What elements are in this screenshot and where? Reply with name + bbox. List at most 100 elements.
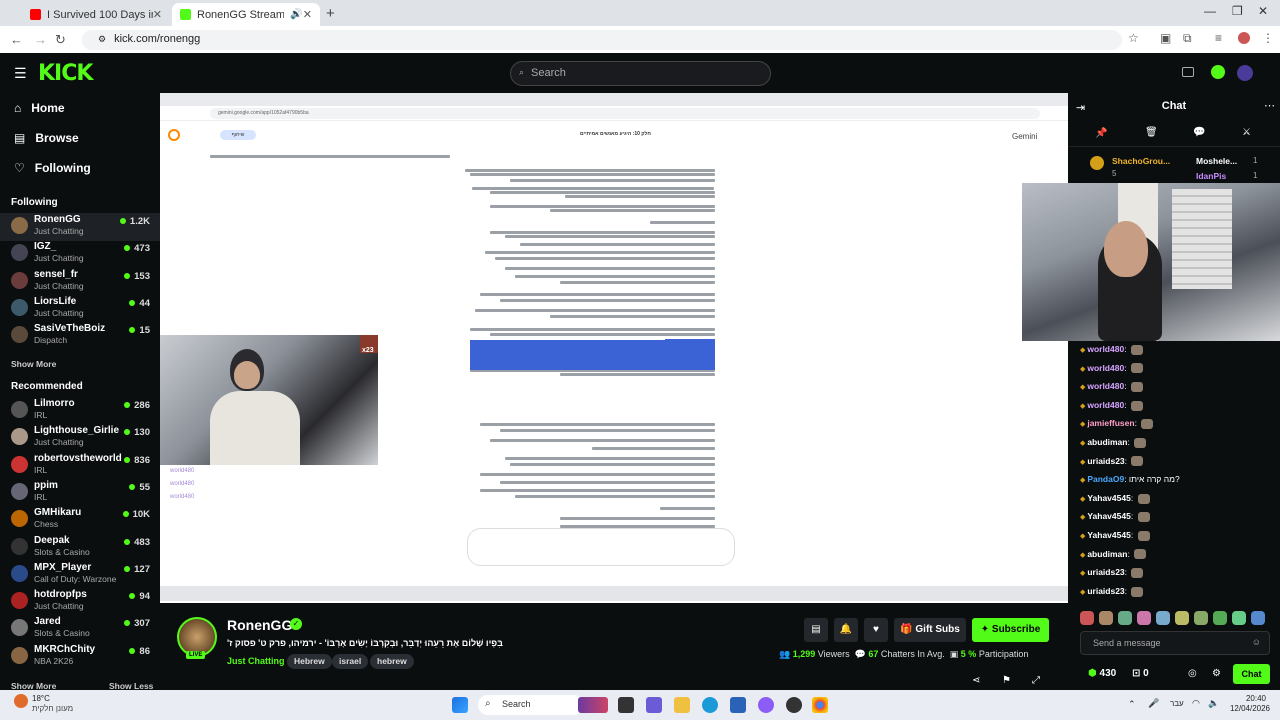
chat-username[interactable]: abudiman (1087, 549, 1127, 559)
app-icon-2[interactable] (786, 697, 802, 713)
wifi-icon[interactable]: ◠ (1192, 698, 1200, 709)
points-display[interactable]: ⬢ 430 (1088, 668, 1116, 679)
windows-start-icon[interactable] (452, 697, 468, 713)
tag-hebrew[interactable]: Hebrew (287, 654, 332, 669)
quick-emote-icon[interactable] (1175, 611, 1189, 625)
clip-icon[interactable]: ▤ (804, 618, 828, 642)
sidebar-channel-robertovstheworld[interactable]: robertovstheworld IRL 836 (0, 452, 160, 480)
chat-bubble-icon[interactable]: 💬 (1193, 127, 1205, 138)
speaker-icon[interactable]: 🔊 (290, 9, 302, 20)
quick-emote-icon[interactable] (1194, 611, 1208, 625)
quick-emote-icon[interactable] (1213, 611, 1227, 625)
theater-icon[interactable]: ⤢ (1032, 675, 1040, 686)
taskbar-search[interactable]: ⌕ Search (478, 695, 584, 715)
subscribe-button[interactable]: ✦ Subscribe (972, 618, 1049, 642)
chat-menu-icon[interactable]: ⋯ (1264, 99, 1275, 112)
chat-username[interactable]: world480 (1087, 344, 1124, 354)
quick-emote-icon[interactable] (1118, 611, 1132, 625)
gift-subs-button[interactable]: 🎁 Gift Subs (894, 618, 966, 642)
video-player[interactable]: gemini.google.com/app/1052af4790b5ba שית… (160, 93, 1068, 603)
hamburger-menu-icon[interactable]: ☰ (14, 65, 27, 82)
extensions-puzzle-icon[interactable]: ⧉ (1183, 32, 1195, 44)
reload-icon[interactable]: ↻ (55, 32, 66, 48)
trash-icon[interactable]: 🗑 (1145, 127, 1158, 138)
chat-username[interactable]: jamieffusen (1087, 418, 1134, 428)
sidebar-channel-sensel_fr[interactable]: sensel_fr Just Chatting 153 (0, 268, 160, 296)
back-icon[interactable]: ← (10, 32, 23, 47)
sidebar-channel-igz_[interactable]: IGZ_ Just Chatting 473 (0, 240, 160, 268)
chat-username[interactable]: world480 (1087, 381, 1124, 391)
stream-category[interactable]: Just Chatting (227, 656, 285, 666)
chat-username[interactable]: uriaids23 (1087, 586, 1124, 596)
search-input[interactable]: ⌕ Search (510, 61, 771, 86)
media-icon[interactable]: ≡ (1215, 32, 1227, 44)
weather-icon[interactable] (14, 694, 28, 708)
chat-username[interactable]: uriaids23 (1087, 456, 1124, 466)
forward-icon[interactable]: → (34, 32, 47, 47)
send-chat-button[interactable]: Chat (1233, 664, 1270, 684)
chat-input[interactable]: Send a message ☺ (1080, 631, 1270, 655)
chat-username[interactable]: world480 (1087, 363, 1124, 373)
sidebar-channel-jared[interactable]: Jared Slots & Casino 307 (0, 615, 160, 643)
store-icon[interactable] (730, 697, 746, 713)
user-avatar[interactable] (1237, 65, 1253, 81)
nav-home[interactable]: ⌂ Home (14, 101, 65, 115)
quick-emote-icon[interactable] (1099, 611, 1113, 625)
chrome-icon[interactable] (812, 697, 828, 713)
extension-icon[interactable]: ▣ (1160, 32, 1172, 44)
maximize-button[interactable]: ❐ (1232, 4, 1243, 18)
quick-emote-icon[interactable] (1232, 611, 1246, 625)
bell-icon[interactable]: 🔔 (834, 618, 858, 642)
close-tab-icon[interactable]: ✕ (153, 8, 162, 21)
bookmark-star-icon[interactable]: ☆ (1128, 32, 1140, 44)
browser-menu-icon[interactable]: ⋮ (1262, 32, 1274, 44)
emoji-icon[interactable]: ☺ (1252, 637, 1261, 647)
profile-avatar[interactable] (1238, 32, 1250, 44)
chat-username[interactable]: PandaO9 (1087, 474, 1124, 484)
nav-following[interactable]: ♡ Following (14, 161, 91, 175)
chat-username[interactable]: abudiman (1087, 437, 1127, 447)
chat-username[interactable]: Yahav4545 (1087, 511, 1130, 521)
streamer-name[interactable]: RonenGG (227, 617, 292, 633)
sidebar-channel-lilmorro[interactable]: Lilmorro IRL 286 (0, 397, 160, 425)
quick-emote-icon[interactable] (1080, 611, 1094, 625)
emote-bar[interactable] (1080, 611, 1275, 625)
tag-hebrew-lower[interactable]: hebrew (370, 654, 414, 669)
cast-icon[interactable] (1182, 67, 1194, 77)
minimize-button[interactable]: — (1204, 4, 1216, 18)
gift-display[interactable]: ⊡ 0 (1132, 668, 1149, 679)
close-tab-icon[interactable]: ✕ (303, 8, 312, 21)
share-icon[interactable]: ⋖ (972, 675, 980, 686)
chat-users-icon[interactable]: ◎ (1188, 668, 1197, 679)
file-explorer-icon[interactable] (674, 697, 690, 713)
lang-indicator[interactable]: עבר (1170, 699, 1184, 708)
heart-follow-icon[interactable]: ♥ (864, 618, 888, 642)
sidebar-channel-lighthouse_girlie[interactable]: Lighthouse_Girlie Just Chatting 130 (0, 424, 160, 452)
sidebar-channel-ppim[interactable]: ppim IRL 55 (0, 479, 160, 507)
sidebar-channel-liorslife[interactable]: LiorsLife Just Chatting 44 (0, 295, 160, 323)
task-view-icon[interactable] (618, 697, 634, 713)
tray-expand-icon[interactable]: ⌃ (1128, 699, 1136, 710)
chat-settings-icon[interactable]: ⚙ (1212, 668, 1221, 679)
chat-username[interactable]: world480 (1087, 400, 1124, 410)
quick-emote-icon[interactable] (1156, 611, 1170, 625)
pin-icon[interactable]: 📌 (1095, 128, 1107, 139)
chat-username[interactable]: Yahav4545 (1087, 530, 1130, 540)
sidebar-channel-mkrchchity[interactable]: MKRChChity NBA 2K26 86 (0, 643, 160, 671)
taskbar-widget-icon[interactable] (578, 697, 608, 713)
edge-icon[interactable] (702, 697, 718, 713)
app-icon[interactable] (758, 697, 774, 713)
quick-emote-icon[interactable] (1137, 611, 1151, 625)
report-icon[interactable]: ⚑ (1002, 675, 1011, 686)
sidebar-channel-gmhikaru[interactable]: GMHikaru Chess 10K (0, 506, 160, 534)
clock-time[interactable]: 20:40 (1222, 694, 1266, 703)
chat-username[interactable]: uriaids23 (1087, 567, 1124, 577)
close-window-button[interactable]: ✕ (1258, 4, 1268, 18)
site-info-icon[interactable]: ⚙ (98, 34, 106, 44)
show-more-following[interactable]: Show More (11, 359, 56, 369)
sidebar-channel-deepak[interactable]: Deepak Slots & Casino 483 (0, 534, 160, 562)
tag-israel[interactable]: israel (332, 654, 369, 669)
mic-icon[interactable]: 🎤 (1148, 698, 1159, 709)
url-field[interactable]: ⚙ kick.com/ronengg (82, 30, 1122, 50)
chat-username[interactable]: Yahav4545 (1087, 493, 1130, 503)
